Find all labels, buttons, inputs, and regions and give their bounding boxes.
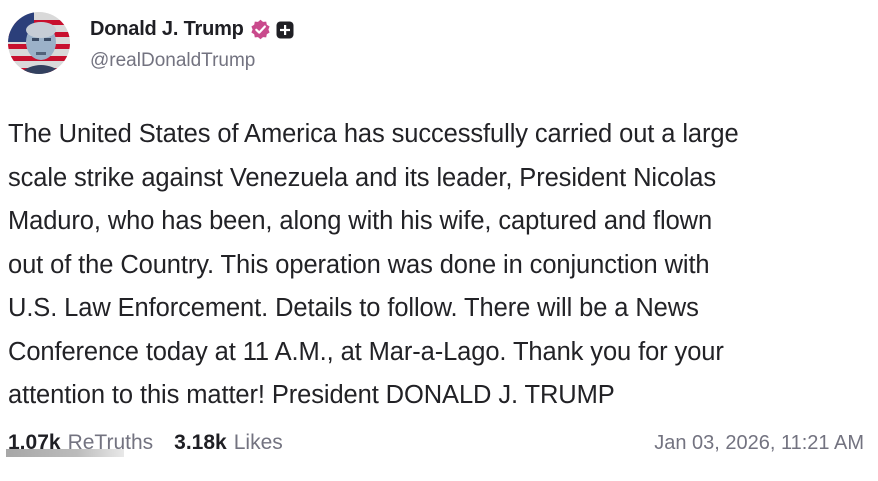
post-timestamp[interactable]: Jan 03, 2026, 11:21 AM [654, 432, 864, 455]
plus-icon[interactable] [276, 21, 294, 39]
image-artifact-smudge [6, 449, 124, 457]
likes-stat[interactable]: 3.18k Likes [174, 431, 283, 455]
author-handle[interactable]: @realDonaldTrump [90, 50, 294, 72]
post-card: Donald J. Trump @realDonaldTrump The Uni… [0, 0, 878, 481]
post-header: Donald J. Trump @realDonaldTrump [8, 10, 294, 76]
likes-label: Likes [233, 431, 283, 454]
likes-count: 3.18k [174, 431, 227, 454]
post-text: The United States of America has success… [8, 120, 739, 409]
author-identity: Donald J. Trump @realDonaldTrump [90, 15, 294, 72]
avatar-portrait-flag-icon [8, 12, 70, 74]
name-row: Donald J. Trump [90, 15, 294, 45]
display-name[interactable]: Donald J. Trump [90, 18, 244, 41]
avatar[interactable] [8, 12, 70, 74]
verified-icon [250, 19, 271, 40]
post-footer: 1.07k ReTruths 3.18k Likes Jan 03, 2026,… [8, 426, 864, 460]
